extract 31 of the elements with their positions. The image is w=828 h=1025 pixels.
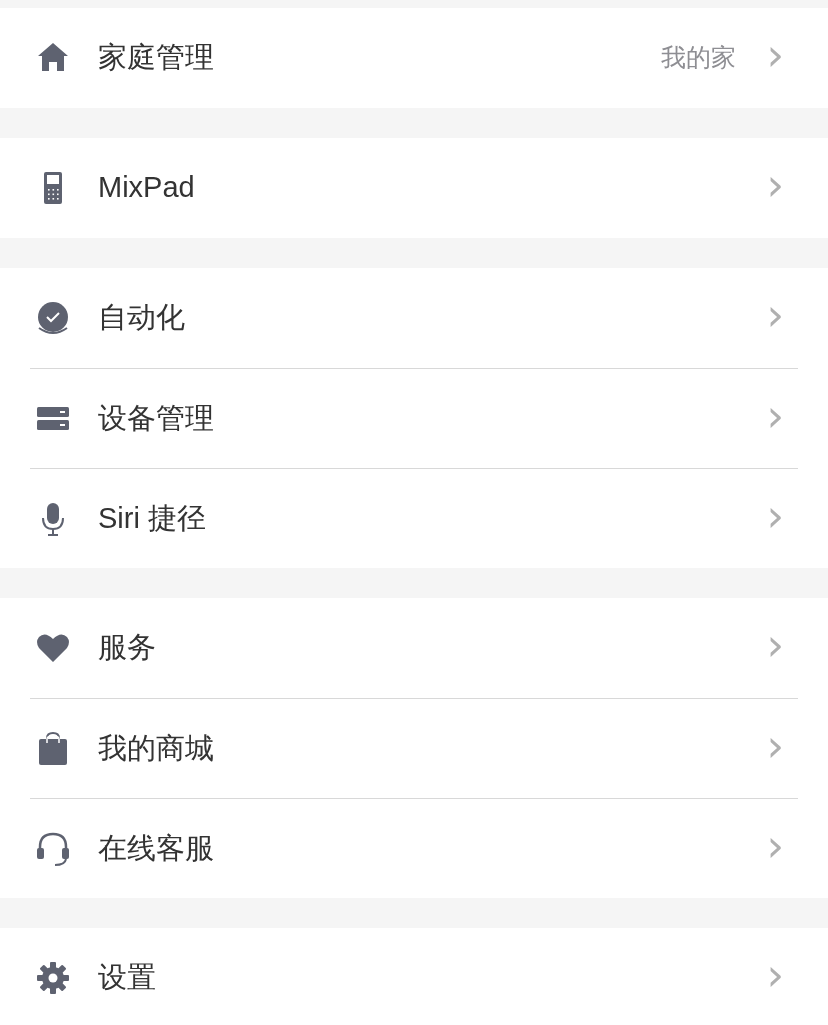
menu-item[interactable]: 设置 › — [30, 928, 798, 1025]
item-label: Siri 捷径 — [98, 500, 206, 536]
headset-icon — [35, 830, 71, 867]
item-label: 设置 — [98, 960, 156, 996]
chevron-icon: › — [766, 293, 784, 337]
chevron-icon: › — [766, 723, 784, 768]
chevron-icon: › — [766, 623, 784, 667]
menu-item[interactable]: 设备管理 › — [30, 368, 798, 468]
menu-item[interactable]: 我的商城 › — [30, 698, 798, 798]
item-label: 服务 — [98, 630, 156, 666]
menu-item[interactable]: 服务 › — [30, 598, 798, 698]
check-circle-icon — [35, 300, 71, 336]
chevron-icon: › — [766, 953, 784, 997]
item-label: 自动化 — [98, 300, 185, 336]
chevron-icon: › — [766, 163, 784, 207]
item-value: 我的家 — [661, 42, 737, 74]
menu-item[interactable]: Siri 捷径 › — [30, 468, 798, 568]
item-label: 在线客服 — [98, 830, 214, 866]
menu-item[interactable]: MixPad › — [30, 138, 798, 238]
item-label: 家庭管理 — [98, 40, 214, 76]
settings-icon — [35, 960, 71, 996]
item-label: 我的商城 — [98, 730, 214, 766]
menu-item[interactable]: 自动化 › — [30, 268, 798, 368]
item-label: MixPad — [98, 170, 195, 206]
item-label: 设备管理 — [98, 400, 214, 436]
chevron-icon: › — [766, 823, 784, 868]
chevron-icon: › — [766, 33, 784, 77]
menu-item[interactable]: 家庭管理 我的家 › — [30, 8, 798, 108]
menu-item[interactable]: 在线客服 › — [30, 798, 798, 898]
chevron-icon: › — [766, 393, 784, 438]
chevron-icon: › — [766, 493, 784, 538]
